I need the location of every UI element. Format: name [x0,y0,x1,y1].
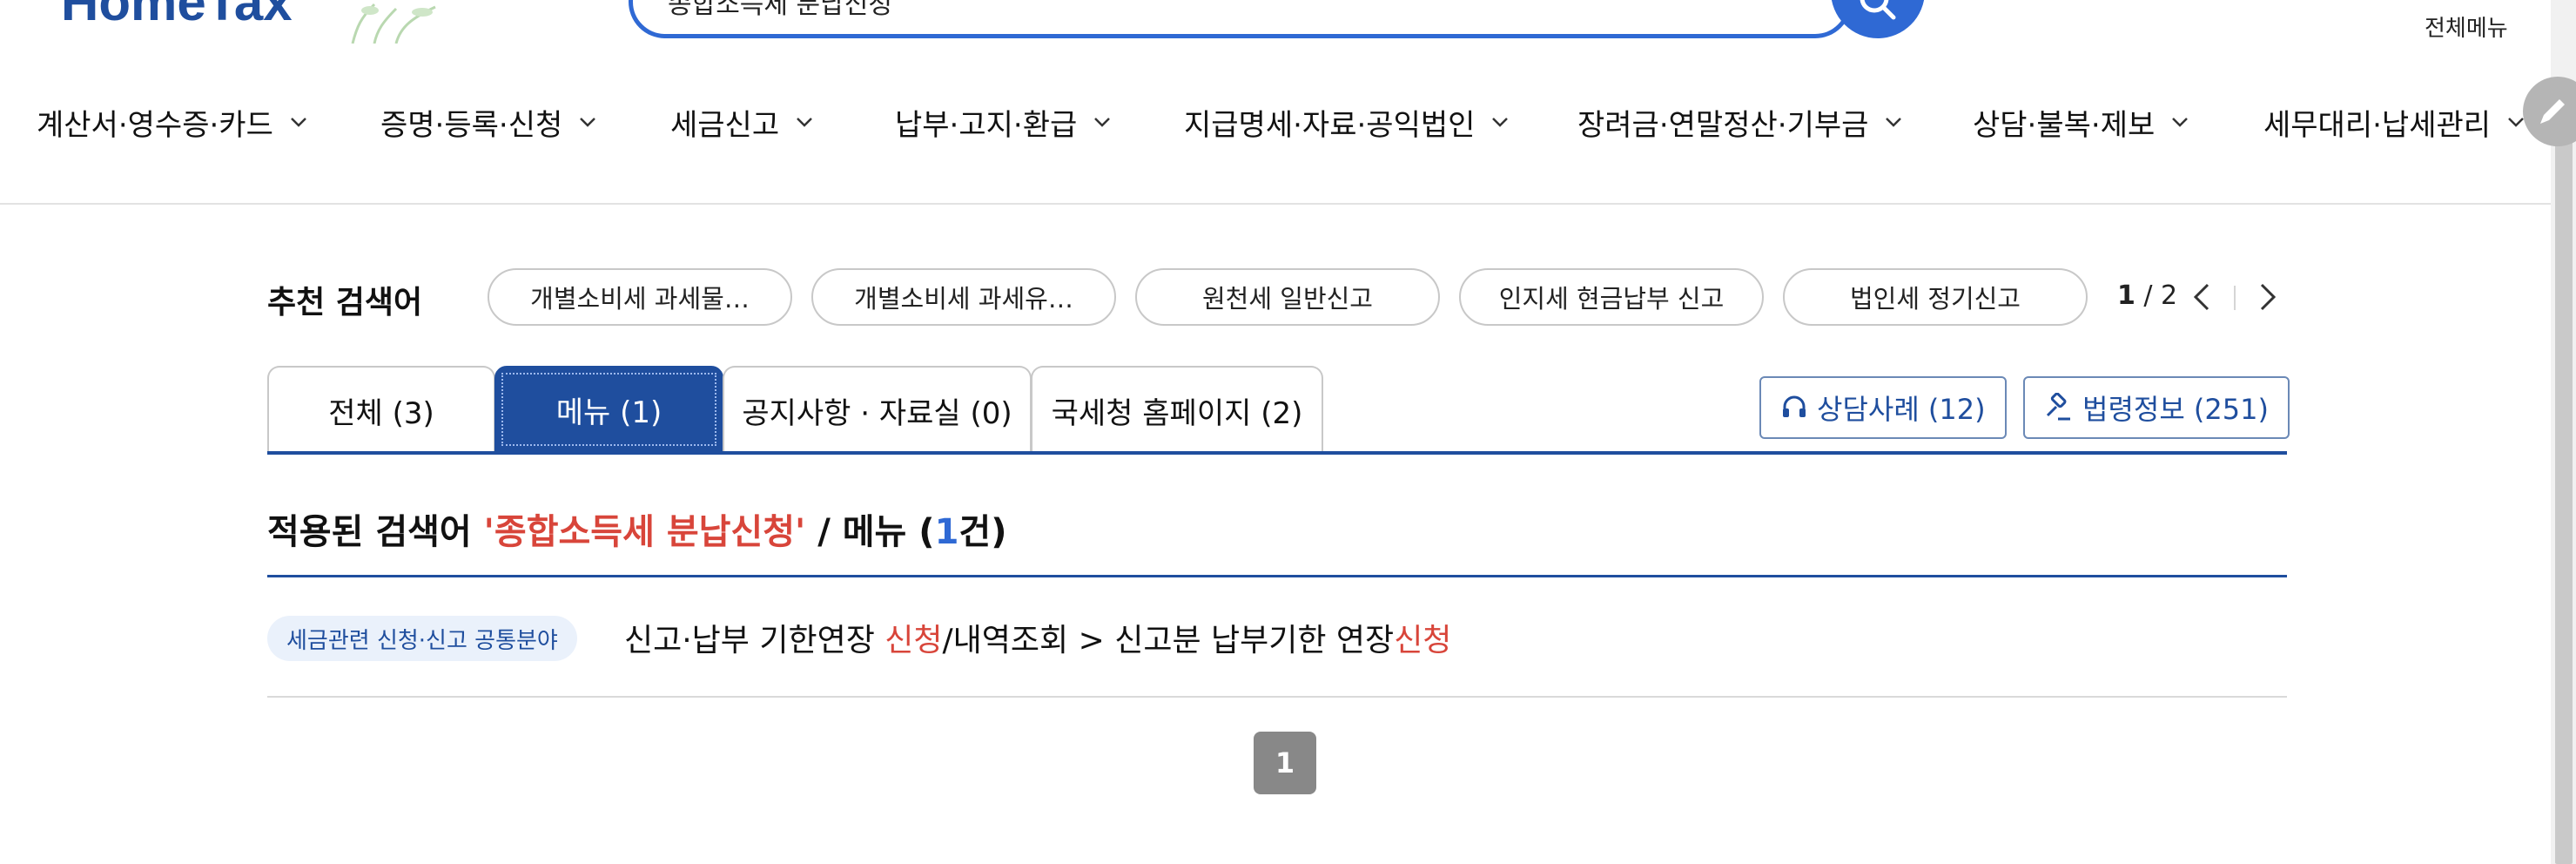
result-divider [267,575,2287,577]
tab-notice[interactable]: 공지사항 · 자료실 (0) [723,366,1032,453]
pencil-icon [2540,99,2565,124]
result-highlight: 신청 [1394,623,1452,658]
recommended-chip[interactable]: 원천세 일반신고 [1135,268,1440,326]
gnb-item-invoice[interactable]: 계산서·영수증·카드 [37,96,308,148]
chevron-down-icon [1492,118,1509,127]
gnb-item-label: 증명·등록·신청 [380,107,563,143]
result-heading-suffix: 건) [958,512,1007,552]
recommended-chip[interactable]: 인지세 현금납부 신고 [1459,268,1764,326]
search-box [629,0,1852,38]
consult-cases-label: 상담사례 (12) [1817,393,1986,426]
applied-keyword: '종합소득세 분납신청' [483,512,806,552]
page-button-current[interactable]: 1 [1254,732,1316,794]
chevron-right-icon[interactable] [2255,280,2281,314]
category-badge: 세금관련 신청·신고 공통분야 [267,616,577,661]
result-menu-link[interactable]: 신고·납부 기한연장 신청/내역조회 > 신고분 납부기한 연장신청 [624,615,1451,660]
result-text: /내역조회 > 신고분 납부기한 연장 [942,623,1395,658]
chevron-down-icon [1094,118,1111,127]
tab-menu[interactable]: 메뉴 (1) [494,366,723,453]
scrollbar-thumb[interactable] [2555,122,2573,864]
gnb-item-payment[interactable]: 납부·고지·환급 [895,96,1112,148]
gnb-item-label: 납부·고지·환급 [895,107,1078,143]
gavel-icon [2046,393,2070,421]
result-heading-prefix: 적용된 검색어 [267,512,484,552]
chevron-down-icon [797,118,813,127]
chevron-down-icon [1886,118,1902,127]
consult-cases-button[interactable]: 상담사례 (12) [1759,376,2007,439]
recommended-chip[interactable]: 개별소비세 과세유… [811,268,1116,326]
recommended-page-indicator: 1 / 2 [2117,280,2177,311]
result-highlight: 신청 [884,623,943,658]
pager-separator [2234,286,2236,310]
law-info-label: 법령정보 (251) [2082,393,2269,426]
gnb-item-consult[interactable]: 상담·불복·제보 [1973,96,2189,148]
recommended-chip[interactable]: 개별소비세 과세물… [488,268,792,326]
search-icon [1860,0,1896,20]
gnb-item-tax-return[interactable]: 세금신고 [670,96,814,148]
chevron-left-icon[interactable] [2189,280,2215,314]
search-input[interactable] [633,0,1847,34]
page-total: / 2 [2135,280,2178,311]
result-count: 1 [934,512,959,552]
main-navigation: 계산서·영수증·카드 증명·등록·신청 세금신고 납부·고지·환급 지급명세·자… [0,96,2551,183]
headset-icon [1783,395,1806,417]
gnb-item-label: 상담·불복·제보 [1973,107,2156,143]
all-menu-link[interactable]: 전체메뉴 [2425,10,2508,43]
recommended-chip[interactable]: 법인세 정기신고 [1783,268,2088,326]
chevron-down-icon [290,118,306,127]
gnb-divider [0,203,2551,205]
gnb-item-label: 지급명세·자료·공익법인 [1184,107,1476,143]
row-divider [267,696,2287,698]
search-button[interactable] [1831,0,1925,38]
chevron-down-icon [580,118,596,127]
tab-nts-homepage[interactable]: 국세청 홈페이지 (2) [1031,366,1323,453]
gnb-item-agent[interactable]: 세무대리·납세관리 [2263,96,2526,148]
gnb-item-label: 세금신고 [670,107,780,143]
page-current: 1 [2117,280,2135,311]
gnb-item-label: 계산서·영수증·카드 [37,107,273,143]
law-info-button[interactable]: 법령정보 (251) [2023,376,2290,439]
sprout-logo-icon [351,3,436,44]
result-text: 신고·납부 기한연장 [624,623,885,658]
result-heading-middle: / 메뉴 ( [805,512,935,552]
gnb-item-incentive[interactable]: 장려금·연말정산·기부금 [1577,96,1903,148]
gnb-item-label: 장려금·연말정산·기부금 [1577,107,1869,143]
gnb-item-statement[interactable]: 지급명세·자료·공익법인 [1184,96,1510,148]
tab-all[interactable]: 전체 (3) [267,366,495,453]
gnb-item-label: 세무대리·납세관리 [2263,107,2492,143]
recommended-keywords-title: 추천 검색어 [267,285,423,321]
result-heading: 적용된 검색어 '종합소득세 분납신청' / 메뉴 (1건) [267,503,1007,554]
chevron-down-icon [2172,118,2189,127]
hometax-logo[interactable]: HomeTax [61,0,293,32]
gnb-item-certificate[interactable]: 증명·등록·신청 [380,96,597,148]
tab-underline [267,451,2287,455]
